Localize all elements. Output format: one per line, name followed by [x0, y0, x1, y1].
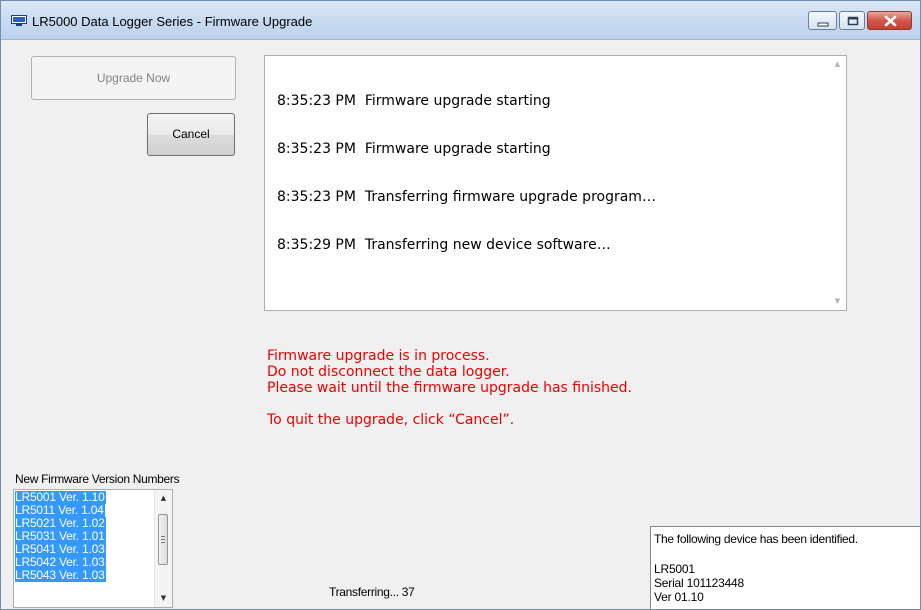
- list-item[interactable]: LR5043 Ver. 1.03: [15, 569, 106, 582]
- device-version: Ver 01.10: [654, 590, 704, 604]
- log-line: 8:35:23 PM Firmware upgrade starting: [277, 141, 551, 157]
- warning-line: Please wait until the firmware upgrade h…: [267, 380, 632, 396]
- warning-message: Firmware upgrade is in process. Do not d…: [267, 348, 632, 428]
- transfer-progress-text: Transferring... 37: [329, 585, 415, 599]
- scroll-up-icon[interactable]: ▲: [829, 56, 846, 73]
- log-lines: 8:35:23 PM Firmware upgrade starting 8:3…: [277, 61, 656, 285]
- log-line: 8:35:23 PM Firmware upgrade starting: [277, 93, 551, 109]
- warning-line: Do not disconnect the data logger.: [267, 364, 510, 380]
- maximize-icon: [847, 16, 859, 26]
- minimize-icon: [817, 22, 829, 27]
- maximize-button[interactable]: [839, 11, 865, 30]
- scroll-up-icon[interactable]: ▲: [155, 490, 172, 507]
- device-info-heading: The following device has been identified…: [654, 532, 858, 546]
- grip-icon: [161, 536, 165, 543]
- window-title: LR5000 Data Logger Series - Firmware Upg…: [32, 14, 313, 29]
- minimize-button[interactable]: [808, 11, 837, 30]
- firmware-upgrade-window: LR5000 Data Logger Series - Firmware Upg…: [0, 0, 921, 610]
- firmware-versions-label: New Firmware Version Numbers: [15, 472, 180, 486]
- warning-line: Firmware upgrade is in process.: [267, 348, 490, 364]
- firmware-list-scrollbar[interactable]: ▲ ▼: [154, 490, 172, 607]
- close-icon: [884, 15, 897, 27]
- device-model: LR5001: [654, 562, 695, 576]
- log-line: 8:35:29 PM Transferring new device softw…: [277, 237, 611, 253]
- app-monitor-icon: [11, 15, 27, 26]
- title-bar[interactable]: LR5000 Data Logger Series - Firmware Upg…: [1, 1, 920, 40]
- warning-line: To quit the upgrade, click “Cancel”.: [267, 412, 515, 428]
- device-serial: Serial 101123448: [654, 576, 744, 590]
- close-button[interactable]: [867, 11, 912, 30]
- scroll-thumb[interactable]: [158, 514, 168, 565]
- upgrade-now-button[interactable]: Upgrade Now: [31, 56, 236, 100]
- scroll-down-icon[interactable]: ▼: [829, 293, 846, 310]
- log-line: 8:35:23 PM Transferring firmware upgrade…: [277, 189, 656, 205]
- scroll-down-icon[interactable]: ▼: [155, 590, 172, 607]
- upgrade-log[interactable]: 8:35:23 PM Firmware upgrade starting 8:3…: [264, 55, 847, 311]
- cancel-button[interactable]: Cancel: [147, 113, 235, 156]
- device-info-panel: The following device has been identified…: [650, 526, 920, 609]
- firmware-versions-list[interactable]: LR5001 Ver. 1.10 LR5011 Ver. 1.04 LR5021…: [13, 489, 173, 608]
- log-scrollbar[interactable]: ▲ ▼: [829, 56, 846, 310]
